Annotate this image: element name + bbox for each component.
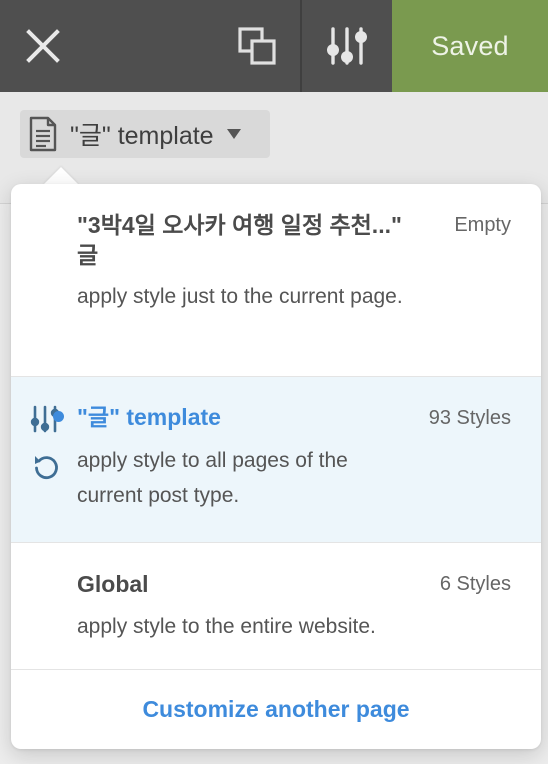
- option-title: Global: [77, 571, 149, 597]
- option-style-count: 93 Styles: [428, 407, 511, 429]
- reset-icon[interactable]: [32, 453, 60, 486]
- option-description: apply style to the entire website.: [77, 615, 376, 638]
- saved-button[interactable]: Saved: [392, 0, 548, 92]
- option-title: "3박4일 오사카 여행 일정 추천..." 글: [77, 212, 402, 268]
- style-settings-button[interactable]: [302, 0, 392, 92]
- scope-option-global[interactable]: Global 6 Styles apply style to the entir…: [11, 543, 541, 670]
- close-icon: [26, 29, 60, 63]
- responsive-view-button[interactable]: [214, 0, 300, 92]
- sliders-icon: [327, 27, 367, 65]
- option-style-count: Empty: [454, 214, 511, 236]
- scope-option-current-page[interactable]: "3박4일 오사카 여행 일정 추천..." 글 Empty apply sty…: [11, 184, 541, 377]
- option-title-text: "글" template: [77, 404, 221, 430]
- chevron-down-icon: [226, 128, 242, 140]
- option-title: "글" template: [53, 402, 221, 432]
- customize-another-page-link[interactable]: Customize another page: [11, 670, 541, 749]
- scope-option-template[interactable]: "글" template 93 Styles apply style to al…: [11, 377, 541, 543]
- dropdown-pointer: [43, 167, 79, 185]
- option-description: apply style to all pages of the current …: [77, 449, 348, 507]
- top-toolbar: Saved: [0, 0, 548, 92]
- close-button[interactable]: [0, 0, 86, 92]
- responsive-view-icon: [238, 27, 276, 65]
- style-scope-dropdown: "3박4일 오사카 여행 일정 추천..." 글 Empty apply sty…: [11, 184, 541, 749]
- option-description: apply style just to the current page.: [77, 285, 403, 308]
- template-selector-label: "글" template: [70, 122, 214, 150]
- document-icon: [28, 116, 58, 152]
- option-style-count: 6 Styles: [439, 573, 511, 595]
- selected-indicator: [53, 411, 64, 422]
- template-selector[interactable]: "글" template: [20, 110, 270, 158]
